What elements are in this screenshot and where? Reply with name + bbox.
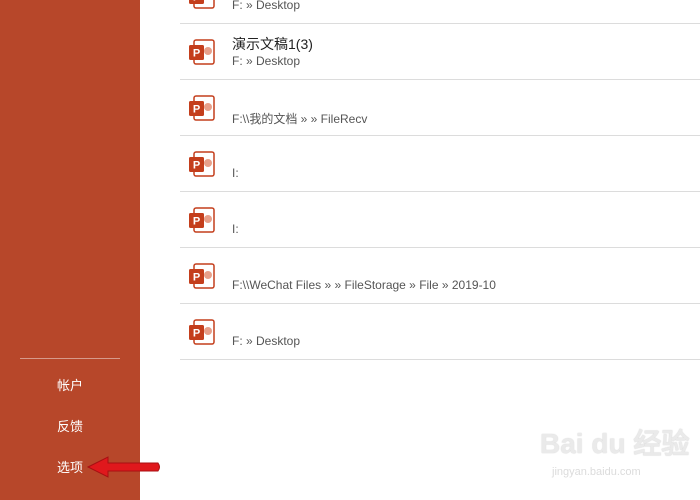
- svg-text:P: P: [193, 104, 200, 116]
- list-item[interactable]: P F:\\我的文档 » » FileRecv: [180, 80, 700, 136]
- sidebar-item-feedback[interactable]: 反馈: [0, 409, 140, 445]
- powerpoint-file-icon: P: [189, 151, 215, 177]
- list-item[interactable]: P 演示文稿1(3) F: » Desktop: [180, 24, 700, 80]
- sidebar-divider: [20, 358, 120, 359]
- watermark-url: jingyan.baidu.com: [552, 466, 641, 478]
- svg-text:P: P: [193, 216, 200, 228]
- list-item[interactable]: P F: » Desktop: [180, 0, 700, 24]
- list-item[interactable]: P F:\\WeChat Files » » FileStorage » Fil…: [180, 248, 700, 304]
- list-item[interactable]: P F: » Desktop: [180, 304, 700, 360]
- list-item[interactable]: P I:: [180, 136, 700, 192]
- powerpoint-file-icon: P: [189, 0, 215, 9]
- red-arrow-icon: [86, 456, 160, 478]
- svg-text:P: P: [193, 0, 200, 4]
- svg-text:P: P: [193, 160, 200, 172]
- svg-text:P: P: [193, 272, 200, 284]
- list-item[interactable]: P I:: [180, 192, 700, 248]
- file-path: I:: [232, 222, 239, 236]
- watermark-brand: Bai du 经验: [540, 428, 690, 459]
- sidebar-item-account[interactable]: 帐户: [0, 368, 140, 404]
- powerpoint-file-icon: P: [189, 319, 215, 345]
- file-name: 演示文稿1(3): [232, 36, 313, 52]
- powerpoint-file-icon: P: [189, 39, 215, 65]
- file-path: I:: [232, 166, 239, 180]
- file-path: F: » Desktop: [232, 334, 301, 348]
- watermark-logo: Bai du 经验 jingyan.baidu.com: [540, 418, 690, 492]
- file-path: F:\\WeChat Files » » FileStorage » File …: [232, 278, 496, 292]
- file-path: F:\\我的文档 » » FileRecv: [232, 112, 368, 126]
- powerpoint-file-icon: P: [189, 263, 215, 289]
- file-path: F: » Desktop: [232, 0, 301, 12]
- svg-text:P: P: [193, 328, 200, 340]
- svg-text:P: P: [193, 48, 200, 60]
- powerpoint-file-icon: P: [189, 207, 215, 233]
- powerpoint-file-icon: P: [189, 95, 215, 121]
- backstage-sidebar: 帐户 反馈 选项: [0, 0, 140, 500]
- file-path: F: » Desktop: [232, 54, 301, 68]
